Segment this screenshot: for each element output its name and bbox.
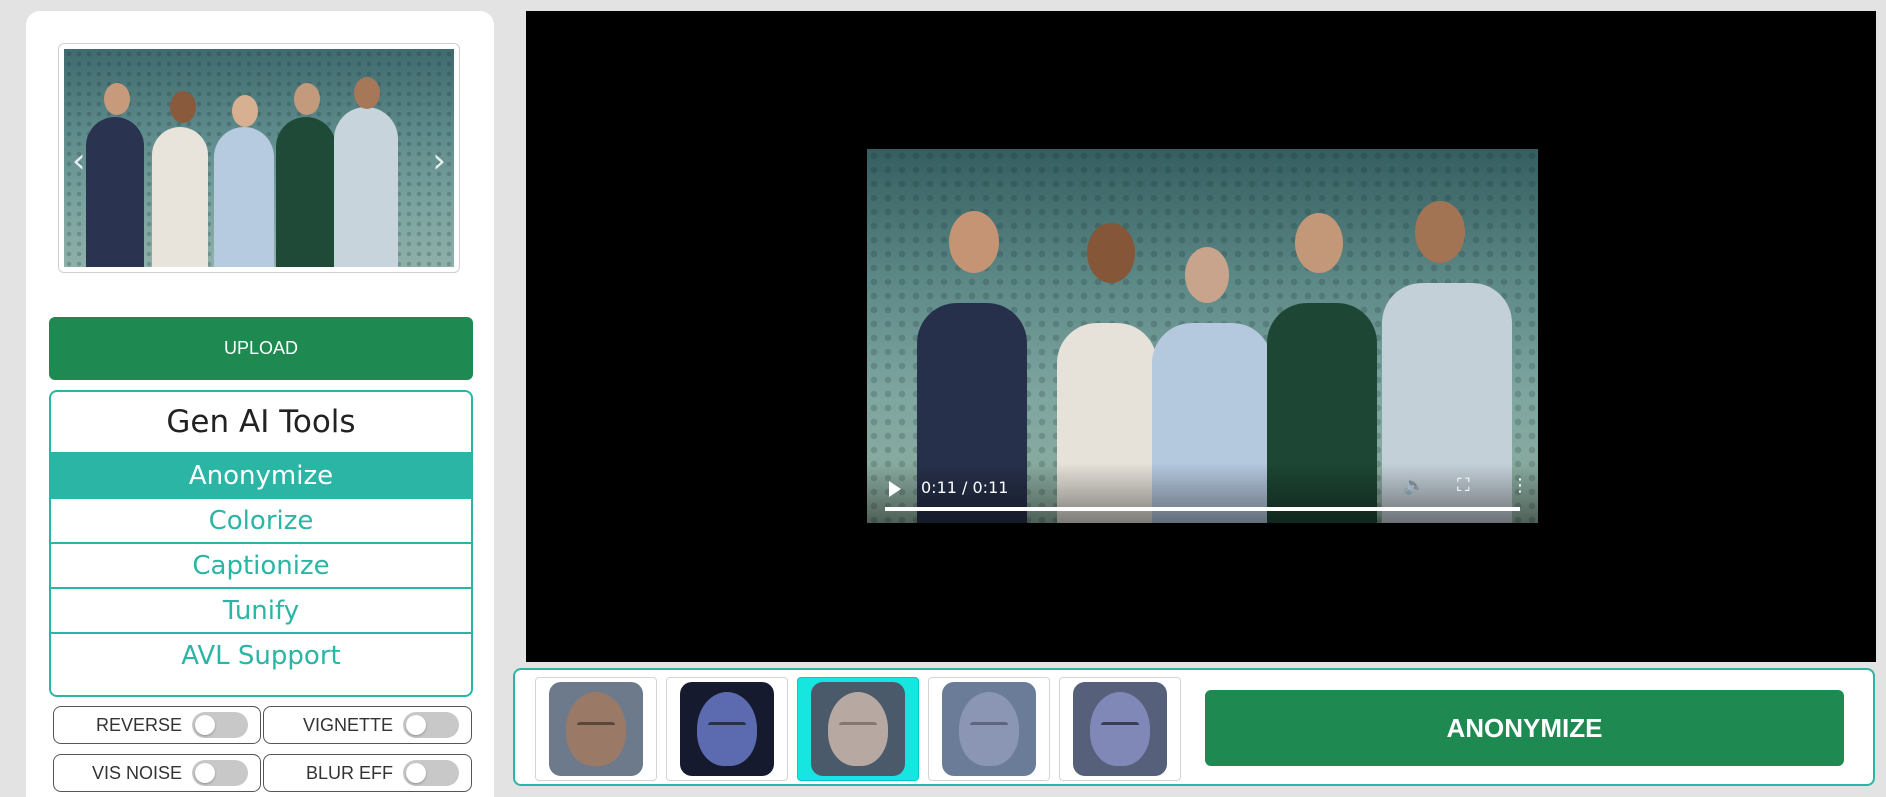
tool-anonymize[interactable]: Anonymize [51, 452, 471, 497]
face-card[interactable] [535, 677, 657, 781]
toggle-switch[interactable] [403, 760, 459, 786]
vignette-toggle-label: VIGNETTE [302, 714, 393, 735]
anonymize-button[interactable]: ANONYMIZE [1205, 690, 1844, 766]
video-player[interactable]: 0:11 / 0:11 🔈 ⛶ ⋮ [867, 149, 1538, 523]
gen-ai-tools-menu: Gen AI Tools Anonymize Colorize Captioni… [49, 390, 473, 697]
vignette-toggle[interactable]: VIGNETTE [263, 706, 472, 744]
video-thumbnail-image: ‹ › [64, 49, 454, 267]
tool-avl-support[interactable]: AVL Support [51, 632, 471, 677]
face-thumbnail [680, 682, 774, 776]
blur-eff-toggle[interactable]: BLUR EFF [263, 754, 472, 792]
face-card[interactable] [928, 677, 1050, 781]
tool-captionize[interactable]: Captionize [51, 542, 471, 587]
face-thumbnail [811, 682, 905, 776]
reverse-toggle[interactable]: REVERSE [53, 706, 261, 744]
vis-noise-toggle-label: VIS NOISE [91, 762, 182, 783]
sidebar-panel: ‹ › UPLOAD Gen AI Tools Anonymize Colori… [26, 11, 494, 797]
tool-colorize[interactable]: Colorize [51, 497, 471, 542]
face-card[interactable] [666, 677, 788, 781]
more-options-icon[interactable]: ⋮ [1511, 475, 1529, 496]
face-thumbnail [1073, 682, 1167, 776]
mute-icon[interactable]: 🔈 [1403, 475, 1425, 496]
vis-noise-toggle[interactable]: VIS NOISE [53, 754, 261, 792]
fullscreen-icon[interactable]: ⛶ [1457, 475, 1470, 496]
toggle-switch[interactable] [403, 712, 459, 738]
play-icon[interactable] [889, 481, 901, 497]
tools-title: Gen AI Tools [166, 404, 356, 440]
time-display: 0:11 / 0:11 [921, 478, 1009, 497]
tool-tunify[interactable]: Tunify [51, 587, 471, 632]
face-card-selected[interactable] [797, 677, 919, 781]
reverse-toggle-label: REVERSE [95, 714, 182, 735]
face-thumbnail [942, 682, 1036, 776]
face-thumbnail [549, 682, 643, 776]
chevron-left-icon[interactable]: ‹ [72, 144, 86, 178]
detected-faces-strip: ANONYMIZE [513, 668, 1875, 786]
toggle-switch[interactable] [192, 712, 248, 738]
pixelated-face [1185, 247, 1229, 303]
face-card[interactable] [1059, 677, 1181, 781]
video-controls: 0:11 / 0:11 🔈 ⛶ ⋮ [867, 463, 1538, 523]
video-progress-fill [885, 507, 1520, 511]
toggle-switch[interactable] [192, 760, 248, 786]
video-thumbnail-carousel[interactable]: ‹ › [58, 43, 460, 273]
blur-eff-toggle-label: BLUR EFF [305, 762, 393, 783]
upload-button[interactable]: UPLOAD [49, 317, 473, 380]
video-player-area: 0:11 / 0:11 🔈 ⛶ ⋮ [526, 11, 1876, 662]
chevron-right-icon[interactable]: › [432, 144, 446, 178]
video-progress-bar[interactable] [885, 507, 1520, 511]
